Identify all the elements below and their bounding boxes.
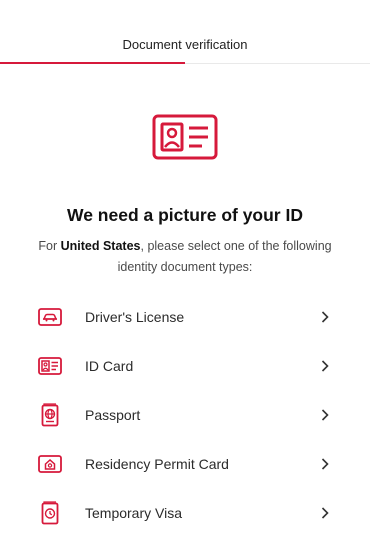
chevron-right-icon	[321, 506, 329, 519]
document-option-temporary-visa[interactable]: Temporary Visa	[0, 488, 370, 537]
document-option-residency-permit-card[interactable]: Residency Permit Card	[0, 439, 370, 488]
document-option-label: Passport	[85, 406, 141, 423]
document-option-label: Residency Permit Card	[85, 455, 229, 472]
instructions-prefix: For	[38, 239, 61, 253]
document-option-passport[interactable]: Passport	[0, 390, 370, 439]
progress-bar	[0, 62, 370, 64]
chevron-right-icon	[321, 457, 329, 470]
progress-bar-fill	[0, 62, 185, 64]
chevron-right-icon	[321, 310, 329, 323]
document-option-label: Driver's License	[85, 308, 185, 325]
car-icon	[38, 305, 62, 329]
chevron-right-icon	[321, 359, 329, 372]
header: Document verification	[0, 0, 370, 64]
id-card-icon	[152, 114, 218, 160]
document-option-drivers-license[interactable]: Driver's License	[0, 292, 370, 341]
house-card-icon	[38, 452, 62, 476]
page-title: Document verification	[122, 37, 248, 52]
instructions-suffix: , please select one of the following ide…	[117, 239, 332, 274]
country-name: United States	[60, 239, 141, 253]
document-option-label: Temporary Visa	[85, 504, 183, 521]
visa-icon	[38, 500, 62, 525]
document-option-label: ID Card	[85, 357, 134, 374]
instructions: For United States, please select one of …	[30, 236, 340, 278]
document-type-list: Driver's License ID Card Passport Reside…	[0, 292, 370, 537]
headline: We need a picture of your ID	[67, 205, 303, 225]
document-option-id-card[interactable]: ID Card	[0, 341, 370, 390]
id-card-icon	[38, 354, 62, 378]
chevron-right-icon	[321, 408, 329, 421]
passport-icon	[38, 402, 62, 427]
